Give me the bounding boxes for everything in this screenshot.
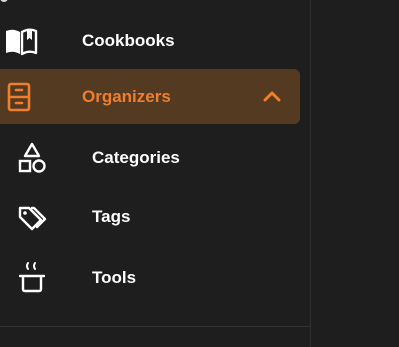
sidebar-item-label: Tags [92, 207, 131, 226]
partial-icon-top [0, 0, 8, 2]
chevron-up-icon[interactable] [260, 84, 284, 108]
sidebar-item-cookbooks[interactable]: Cookbooks [0, 22, 300, 60]
sidebar-item-tags[interactable]: Tags [0, 200, 300, 236]
navigation-sidebar: Cookbooks Organizers Categories Tags Too… [0, 0, 311, 347]
sidebar-item-organizers[interactable]: Organizers [0, 69, 300, 124]
sidebar-item-label: Cookbooks [82, 31, 175, 50]
app-page: Cookbooks Organizers Categories Tags Too… [0, 0, 399, 347]
sidebar-item-label: Organizers [82, 87, 171, 106]
tags-icon [17, 204, 47, 232]
sidebar-item-label: Categories [92, 148, 180, 167]
sidebar-item-label: Tools [92, 268, 137, 287]
open-book-icon [4, 26, 38, 56]
main-content-area [312, 0, 399, 347]
shapes-icon [17, 142, 47, 174]
sidebar-item-tools[interactable]: Tools [0, 260, 300, 296]
pot-icon [19, 260, 45, 294]
sidebar-divider [0, 326, 311, 327]
sidebar-item-categories[interactable]: Categories [0, 140, 300, 176]
filing-cabinet-icon [6, 82, 32, 112]
